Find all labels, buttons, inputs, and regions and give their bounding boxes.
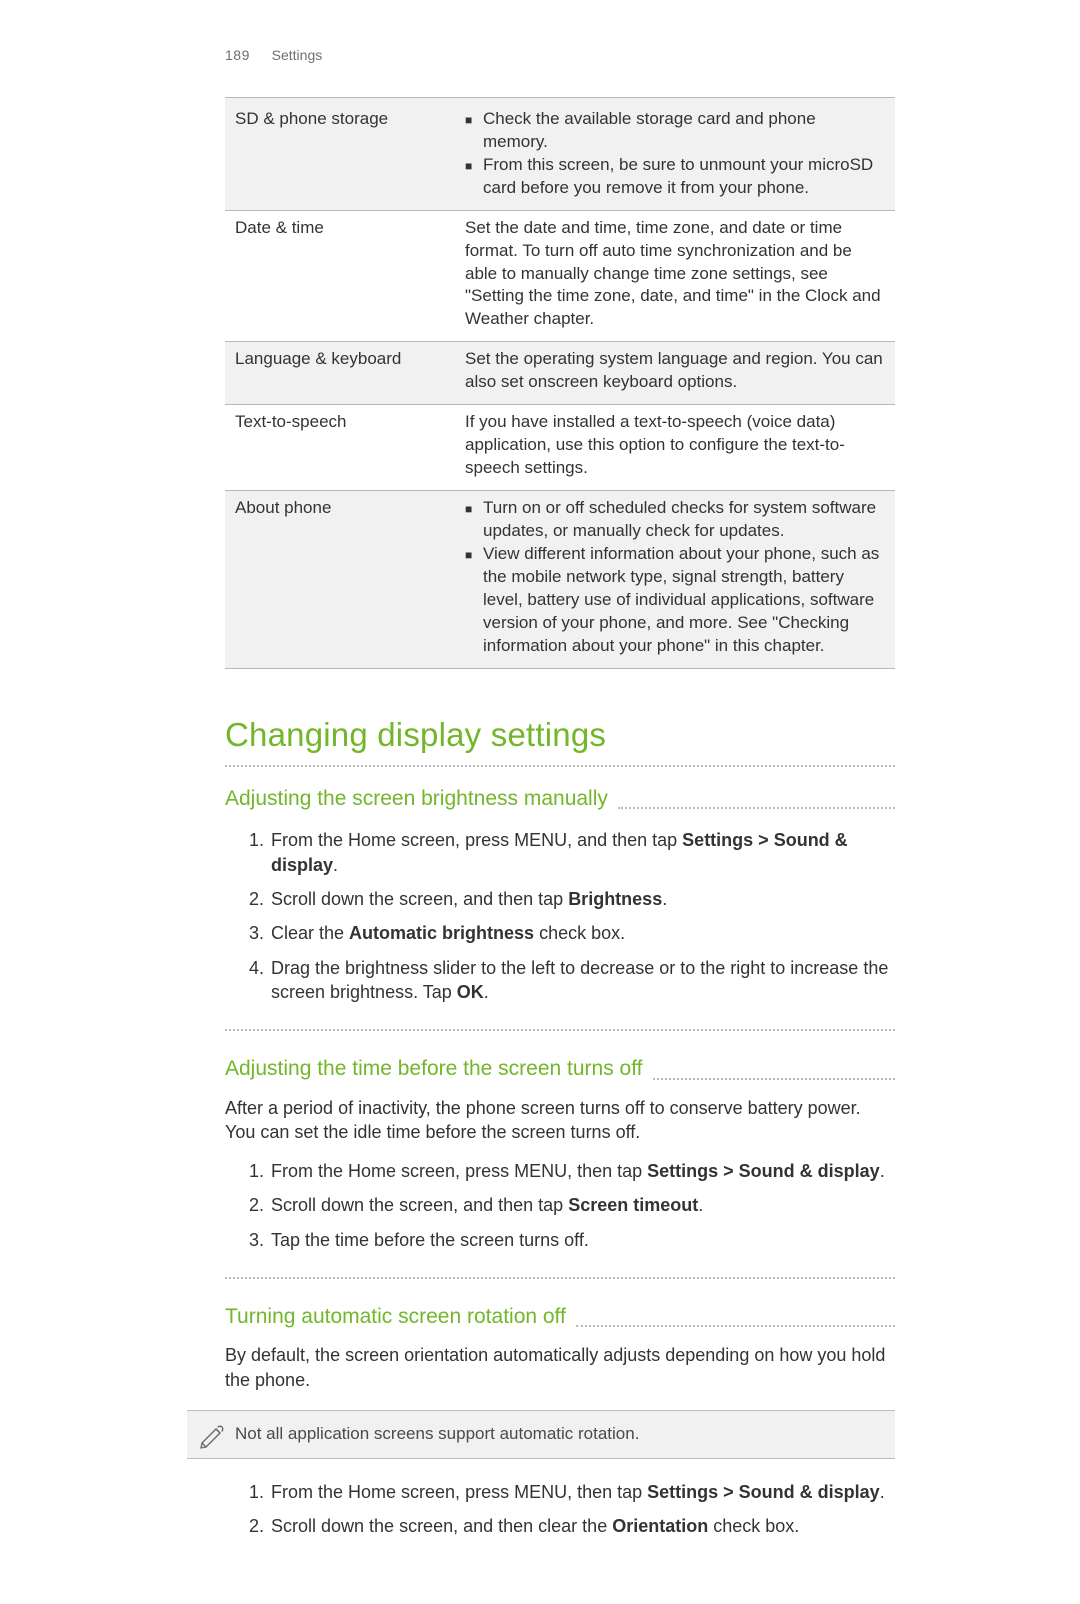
dotted-rule [653,1078,895,1080]
dotted-rule [618,807,895,809]
step-list: From the Home screen, press MENU, then t… [225,1475,895,1544]
setting-description: If you have installed a text-to-speech (… [455,405,895,491]
paragraph: By default, the screen orientation autom… [225,1343,895,1392]
subheading-row: Adjusting the time before the screen tur… [225,1055,895,1083]
list-item: Tap the time before the screen turns off… [269,1223,895,1257]
table-row: Language & keyboard Set the operating sy… [225,342,895,405]
settings-table: SD & phone storage ■Check the available … [225,97,895,669]
setting-description: ■Turn on or off scheduled checks for sys… [455,491,895,669]
list-item: Drag the brightness slider to the left t… [269,951,895,1010]
table-row: About phone ■Turn on or off scheduled ch… [225,491,895,669]
setting-label: SD & phone storage [225,97,455,210]
table-row: SD & phone storage ■Check the available … [225,97,895,210]
setting-description: Set the date and time, time zone, and da… [455,210,895,342]
subheading: Adjusting the time before the screen tur… [225,1055,643,1083]
list-item: Scroll down the screen, and then tap Bri… [269,882,895,916]
setting-label: About phone [225,491,455,669]
chapter-name: Settings [272,47,323,63]
list-item: From the Home screen, press MENU, and th… [269,823,895,882]
bullet-icon: ■ [465,108,483,154]
step-list: From the Home screen, press MENU, then t… [225,1154,895,1257]
dotted-rule [576,1325,895,1327]
running-header: 189 Settings [225,46,895,65]
setting-label: Text-to-speech [225,405,455,491]
bullet-icon: ■ [465,154,483,200]
setting-description: ■Check the available storage card and ph… [455,97,895,210]
subheading-row: Turning automatic screen rotation off [225,1303,895,1331]
note-text: Not all application screens support auto… [235,1411,895,1458]
section-title: Changing display settings [225,713,895,758]
setting-description: Set the operating system language and re… [455,342,895,405]
subheading: Turning automatic screen rotation off [225,1303,566,1331]
step-list: From the Home screen, press MENU, and th… [225,823,895,1009]
pencil-icon [187,1413,235,1455]
table-row: Date & time Set the date and time, time … [225,210,895,342]
subheading-row: Adjusting the screen brightness manually [225,785,895,813]
page-number: 189 [225,47,250,63]
page: 189 Settings SD & phone storage ■Check t… [0,0,1080,1604]
note-box: Not all application screens support auto… [187,1410,895,1459]
dotted-rule [225,765,895,767]
bullet-icon: ■ [465,543,483,658]
setting-label: Date & time [225,210,455,342]
paragraph: After a period of inactivity, the phone … [225,1096,895,1145]
bullet-icon: ■ [465,497,483,543]
setting-label: Language & keyboard [225,342,455,405]
list-item: Scroll down the screen, and then tap Scr… [269,1188,895,1222]
list-item: From the Home screen, press MENU, then t… [269,1475,895,1509]
list-item: Scroll down the screen, and then clear t… [269,1509,895,1543]
subheading: Adjusting the screen brightness manually [225,785,608,813]
table-row: Text-to-speech If you have installed a t… [225,405,895,491]
list-item: Clear the Automatic brightness check box… [269,916,895,950]
list-item: From the Home screen, press MENU, then t… [269,1154,895,1188]
